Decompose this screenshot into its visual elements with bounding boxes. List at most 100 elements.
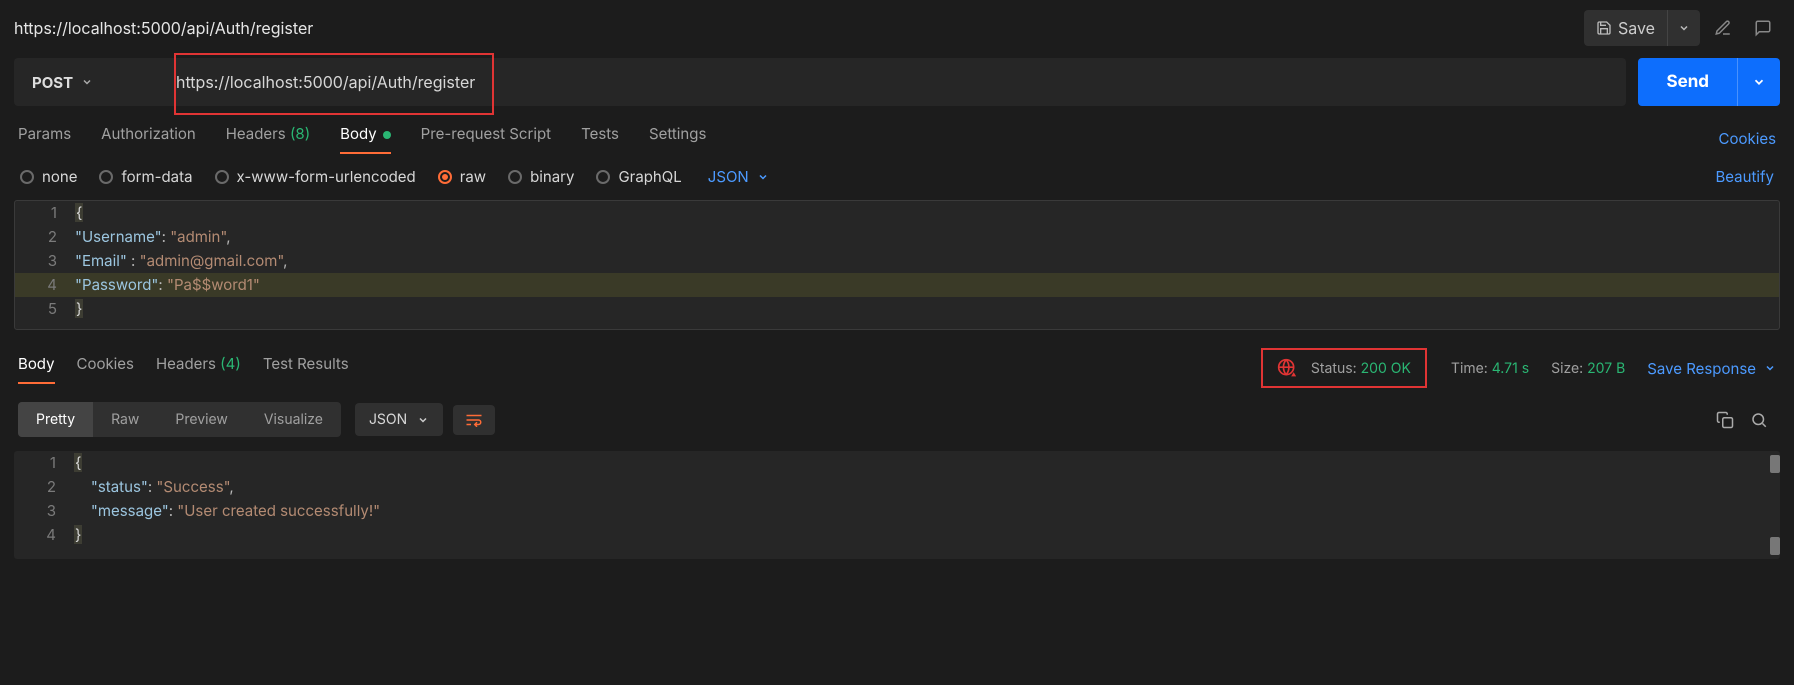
- seg-label: Preview: [175, 411, 228, 428]
- radio-label: none: [42, 167, 77, 186]
- chevron-down-icon: [417, 414, 429, 426]
- tab-body[interactable]: Body: [340, 124, 391, 153]
- gutter: 2: [15, 225, 75, 249]
- status-value: 200 OK: [1361, 360, 1411, 377]
- chevron-down-icon: [81, 76, 93, 88]
- json-value: "User created successfully!": [177, 501, 380, 520]
- radio-label: GraphQL: [618, 167, 681, 186]
- size-label: Size:: [1551, 360, 1583, 377]
- tab-authorization[interactable]: Authorization: [101, 124, 196, 153]
- response-body-editor[interactable]: 1{ 2 "status": "Success", 3 "message": "…: [14, 451, 1780, 559]
- gutter: 4: [14, 523, 74, 547]
- brace: {: [74, 453, 82, 472]
- cookies-label: Cookies: [1719, 129, 1776, 148]
- body-type-binary[interactable]: binary: [508, 167, 574, 186]
- time-value: 4.71 s: [1492, 360, 1529, 377]
- tab-prerequest[interactable]: Pre-request Script: [421, 124, 551, 153]
- send-button[interactable]: Send: [1638, 58, 1737, 106]
- view-mode-segment: Pretty Raw Preview Visualize: [18, 402, 341, 437]
- resp-tab-cookies[interactable]: Cookies: [77, 354, 134, 383]
- json-key: "status": [91, 477, 148, 496]
- chevron-down-icon: [1678, 22, 1690, 34]
- cookies-link[interactable]: Cookies: [1719, 129, 1776, 148]
- lang-label: JSON: [369, 411, 407, 428]
- resp-tab-body[interactable]: Body: [18, 354, 55, 383]
- json-key: "Username": [75, 227, 162, 246]
- copy-icon: [1716, 411, 1734, 429]
- search-icon: [1750, 411, 1768, 429]
- body-type-graphql[interactable]: GraphQL: [596, 167, 681, 186]
- request-body-editor[interactable]: 1{ 2"Username": "admin", 3"Email" : "adm…: [14, 200, 1780, 330]
- edit-button[interactable]: [1706, 11, 1740, 45]
- scrollbar-thumb[interactable]: [1770, 537, 1780, 555]
- body-type-raw[interactable]: raw: [438, 167, 486, 186]
- tab-label: Headers: [156, 354, 216, 373]
- json-key: "Password": [75, 275, 158, 294]
- send-group: Send: [1638, 58, 1780, 106]
- seg-label: Pretty: [36, 411, 75, 428]
- time-label: Time:: [1451, 360, 1488, 377]
- tab-label: Cookies: [77, 354, 134, 373]
- beautify-label: Beautify: [1715, 167, 1774, 186]
- http-method-select[interactable]: POST: [14, 58, 164, 106]
- save-dropdown[interactable]: [1667, 10, 1700, 46]
- tab-headers[interactable]: Headers (8): [226, 124, 310, 153]
- save-icon: [1596, 20, 1612, 36]
- body-type-formdata[interactable]: form-data: [99, 167, 192, 186]
- method-label: POST: [32, 73, 73, 92]
- top-actions: Save: [1584, 10, 1780, 46]
- seg-label: Visualize: [264, 411, 323, 428]
- tab-settings[interactable]: Settings: [649, 124, 706, 153]
- save-button[interactable]: Save: [1584, 10, 1667, 46]
- save-response-button[interactable]: Save Response: [1647, 359, 1776, 378]
- view-preview[interactable]: Preview: [157, 402, 246, 437]
- brace: }: [74, 525, 82, 544]
- raw-lang-select[interactable]: JSON: [708, 167, 769, 186]
- json-value: "Success": [156, 477, 229, 496]
- scrollbar-thumb[interactable]: [1770, 455, 1780, 473]
- gutter: 1: [14, 451, 74, 475]
- tab-tests[interactable]: Tests: [581, 124, 619, 153]
- wrap-lines-button[interactable]: [453, 405, 495, 435]
- seg-label: Raw: [111, 411, 139, 428]
- view-visualize[interactable]: Visualize: [246, 402, 341, 437]
- search-response-button[interactable]: [1742, 403, 1776, 437]
- pencil-icon: [1714, 19, 1732, 37]
- tab-params[interactable]: Params: [18, 124, 71, 153]
- gutter: 1: [15, 201, 75, 225]
- request-title: https://localhost:5000/api/Auth/register: [14, 18, 1574, 38]
- radio-label: raw: [460, 167, 486, 186]
- status-highlight-box: Status: 200 OK: [1261, 348, 1427, 388]
- tab-label: Tests: [581, 124, 619, 143]
- tab-label: Authorization: [101, 124, 196, 143]
- url-input[interactable]: [164, 58, 1626, 106]
- body-type-xwww[interactable]: x-www-form-urlencoded: [215, 167, 416, 186]
- send-label: Send: [1666, 72, 1709, 92]
- gutter: 3: [15, 249, 75, 273]
- resp-tab-testresults[interactable]: Test Results: [263, 354, 349, 383]
- comment-button[interactable]: [1746, 11, 1780, 45]
- json-value: "Pa$$word1": [167, 275, 260, 294]
- radio-label: x-www-form-urlencoded: [237, 167, 416, 186]
- chevron-down-icon: [757, 171, 769, 183]
- save-group: Save: [1584, 10, 1700, 46]
- send-dropdown[interactable]: [1737, 58, 1780, 106]
- gutter: 3: [14, 499, 74, 523]
- radio-label: binary: [530, 167, 574, 186]
- copy-response-button[interactable]: [1708, 403, 1742, 437]
- resp-tab-headers[interactable]: Headers (4): [156, 354, 241, 383]
- headers-count: (4): [220, 354, 241, 373]
- globe-warning-icon[interactable]: [1277, 358, 1297, 378]
- body-type-none[interactable]: none: [20, 167, 77, 186]
- wrap-icon: [465, 413, 483, 427]
- view-pretty[interactable]: Pretty: [18, 402, 93, 437]
- view-raw[interactable]: Raw: [93, 402, 157, 437]
- json-key: "message": [91, 501, 169, 520]
- beautify-button[interactable]: Beautify: [1715, 167, 1774, 186]
- time-kv: Time: 4.71 s: [1451, 360, 1529, 377]
- response-lang-select[interactable]: JSON: [355, 403, 443, 436]
- comment-icon: [1754, 19, 1772, 37]
- request-row: POST Send: [0, 58, 1794, 106]
- tab-label: Headers: [226, 124, 286, 143]
- status-label: Status:: [1311, 360, 1357, 377]
